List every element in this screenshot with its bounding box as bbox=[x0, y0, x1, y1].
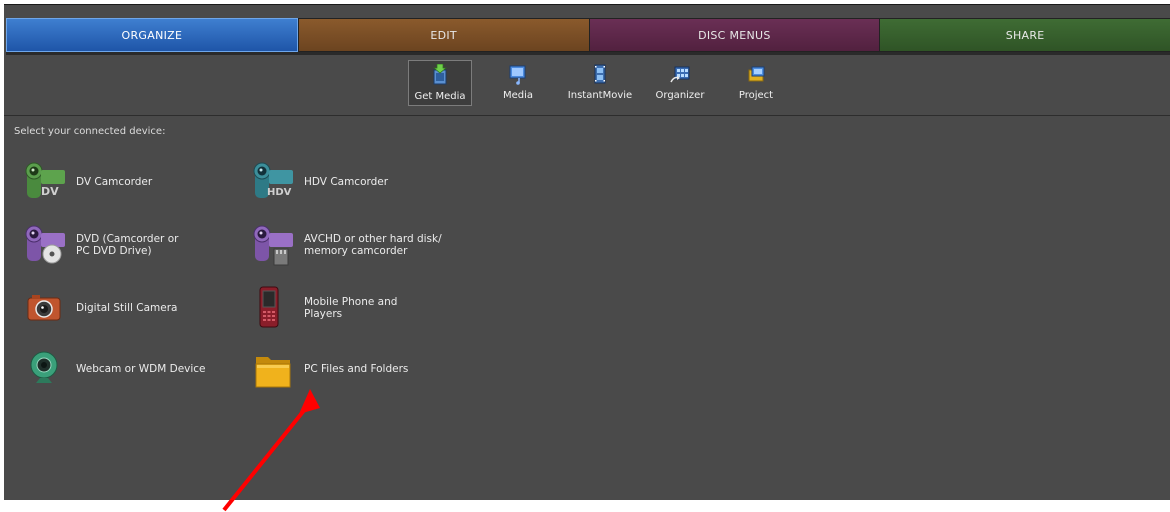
annotation-arrow bbox=[222, 389, 320, 512]
